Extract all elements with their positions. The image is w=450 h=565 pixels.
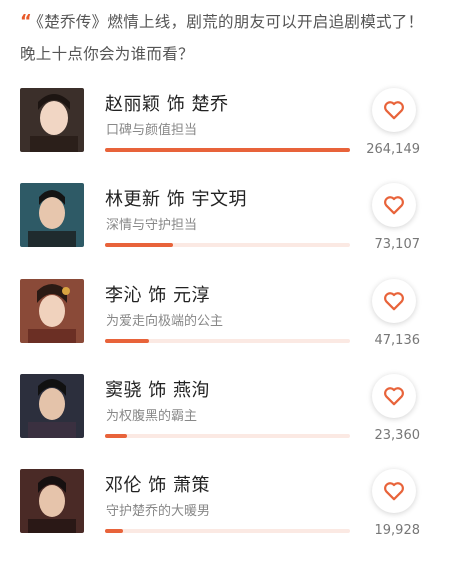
vote-count: 47,136 (374, 333, 421, 348)
vote-bar-fill (105, 148, 350, 152)
vote-bar (105, 434, 350, 438)
avatar (20, 183, 84, 247)
vote-bar-fill (105, 434, 127, 438)
heart-icon (384, 101, 404, 120)
candidate-name: 赵丽颖 饰 楚乔 (105, 94, 229, 115)
avatar (20, 469, 84, 533)
candidate-name: 林更新 饰 宇文玥 (105, 189, 247, 210)
vote-bar-fill (105, 243, 173, 247)
quote-icon: “ (20, 11, 33, 32)
candidate-card: 邓伦 饰 萧策 守护楚乔的大暖男 19,928 (0, 469, 450, 565)
heart-icon (384, 387, 404, 406)
avatar (20, 88, 84, 152)
candidate-description: 为权腹黑的霸主 (106, 409, 198, 424)
vote-count: 23,360 (374, 428, 421, 443)
vote-count: 264,149 (366, 142, 420, 157)
candidate-card: 窦骁 饰 燕洵 为权腹黑的霸主 23,360 (0, 374, 450, 470)
candidate-name: 李沁 饰 元淳 (105, 285, 210, 306)
candidate-description: 深情与守护担当 (106, 218, 198, 233)
candidate-card: 李沁 饰 元淳 为爱走向极端的公主 47,136 (0, 279, 450, 375)
candidate-description: 口碑与颜值担当 (106, 123, 198, 138)
candidate-name: 窦骁 饰 燕洵 (105, 380, 210, 401)
candidate-card: 赵丽颖 饰 楚乔 口碑与颜值担当 264,149 (0, 88, 450, 184)
candidate-name: 邓伦 饰 萧策 (105, 475, 210, 496)
vote-bar-fill (105, 339, 149, 343)
vote-heart-button[interactable] (372, 183, 416, 227)
candidate-description: 为爱走向极端的公主 (106, 314, 224, 329)
vote-heart-button[interactable] (372, 279, 416, 323)
heart-icon (384, 482, 404, 501)
vote-bar (105, 529, 350, 533)
vote-count: 73,107 (374, 237, 421, 252)
vote-bar (105, 148, 350, 152)
vote-bar (105, 243, 350, 247)
question-text: 《楚乔传》燃情上线，剧荒的朋友可以开启追剧模式了！晚上十点你会为谁而看？ (20, 13, 424, 63)
candidate-card: 林更新 饰 宇文玥 深情与守护担当 73,107 (0, 183, 450, 279)
vote-heart-button[interactable] (372, 469, 416, 513)
vote-heart-button[interactable] (372, 374, 416, 418)
heart-icon (384, 292, 404, 311)
avatar (20, 279, 84, 343)
poll-question: “《楚乔传》燃情上线，剧荒的朋友可以开启追剧模式了！晚上十点你会为谁而看？ (20, 6, 430, 70)
heart-icon (384, 196, 404, 215)
vote-bar-fill (105, 529, 124, 533)
vote-bar (105, 339, 350, 343)
avatar (20, 374, 84, 438)
candidate-description: 守护楚乔的大暖男 (106, 504, 211, 519)
vote-heart-button[interactable] (372, 88, 416, 132)
